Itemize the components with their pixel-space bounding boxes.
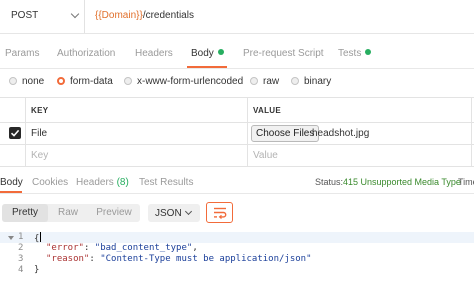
line-number: 1 [18, 232, 24, 242]
radio-circle-icon [9, 77, 17, 85]
radio-raw[interactable]: raw [250, 76, 279, 87]
tab-authorization-label: Authorization [57, 48, 116, 59]
tab-authorization[interactable]: Authorization [57, 48, 115, 59]
key-cell[interactable]: File [31, 128, 47, 139]
url-input[interactable]: {{Domain}}/credentials [95, 10, 194, 21]
code-text: } [34, 265, 40, 275]
code-text: "reason": "Content-Type must be applicat… [46, 254, 312, 264]
wrap-lines-button[interactable] [206, 202, 233, 223]
form-data-table: KEY VALUE File Choose Files headshot.jpg… [0, 97, 474, 168]
table-row-new: Key Value [0, 144, 474, 167]
status-label: Status: [315, 177, 344, 187]
tab-body[interactable]: Body [191, 48, 224, 59]
choose-files-button[interactable]: Choose Files [251, 125, 320, 142]
url-variable: {{Domain}} [95, 10, 143, 21]
preview-button[interactable]: Preview [88, 204, 140, 222]
active-tab-indicator [0, 191, 22, 193]
response-tab-body[interactable]: Body [0, 177, 23, 188]
code-line: 4 } [0, 265, 474, 276]
column-divider [25, 98, 26, 166]
request-tabs: Params Authorization Headers Body Pre-re… [0, 40, 474, 69]
tab-tests-label: Tests [338, 48, 362, 59]
status-value: 415 Unsupported Media Type [343, 177, 461, 187]
radio-form-data-label: form-data [70, 76, 113, 87]
chevron-down-icon [184, 207, 193, 216]
url-path: /credentials [142, 10, 194, 21]
table-header-row: KEY VALUE [0, 98, 474, 123]
line-number: 2 [18, 243, 24, 253]
wrap-lines-icon [214, 207, 227, 219]
json-key: "error" [46, 243, 84, 253]
radio-urlencoded-label: x-www-form-urlencoded [137, 76, 244, 87]
format-label: JSON [155, 208, 182, 219]
column-divider [247, 98, 248, 166]
checkbox-check-icon [10, 129, 20, 137]
line-number: 4 [18, 265, 24, 275]
pretty-button[interactable]: Pretty [2, 204, 48, 222]
radio-binary[interactable]: binary [291, 76, 331, 87]
tab-pre-request-script[interactable]: Pre-request Script [243, 48, 324, 59]
request-bar: POST {{Domain}}/credentials [0, 0, 474, 34]
radio-form-data[interactable]: form-data [57, 76, 113, 87]
format-dropdown[interactable]: JSON [148, 204, 200, 222]
chevron-down-icon [70, 9, 80, 19]
tab-tests[interactable]: Tests [338, 48, 372, 59]
row-enabled-checkbox[interactable] [9, 127, 21, 139]
view-mode-group: Pretty Raw Preview [2, 204, 140, 222]
response-tab-test-results[interactable]: Test Results [139, 177, 193, 188]
code-line: 2 "error": "bad_content_type", [0, 243, 474, 254]
raw-button[interactable]: Raw [48, 204, 88, 222]
status-dot-icon [365, 49, 372, 55]
tab-pre-request-label: Pre-request Script [243, 48, 324, 59]
radio-raw-label: raw [263, 76, 280, 87]
code-text: "error": "bad_content_type", [46, 243, 198, 253]
column-header-value: VALUE [253, 106, 282, 115]
radio-circle-icon [291, 77, 299, 85]
status-dot-icon [217, 49, 224, 55]
tab-params[interactable]: Params [5, 48, 39, 59]
active-tab-indicator [187, 66, 227, 68]
radio-binary-label: binary [304, 76, 332, 87]
column-divider [471, 98, 472, 166]
tab-params-label: Params [5, 48, 40, 59]
method-selector[interactable]: POST [0, 0, 85, 33]
selected-file-name: headshot.jpg [312, 128, 370, 139]
radio-none-label: none [22, 76, 45, 87]
headers-count-badge: (8) [116, 177, 129, 188]
response-tab-headers-label: Headers [76, 177, 114, 188]
fold-arrow-icon[interactable] [8, 236, 14, 240]
json-key: "reason" [46, 254, 90, 264]
tab-headers-label: Headers [135, 48, 173, 59]
response-tab-headers[interactable]: Headers (8) [76, 177, 129, 188]
radio-x-www-form-urlencoded[interactable]: x-www-form-urlencoded [124, 76, 243, 87]
code-line: 1 { [0, 232, 474, 244]
body-type-options: none form-data x-www-form-urlencoded raw… [0, 70, 474, 92]
response-tabs: Body Cookies Headers (8) Test Results St… [0, 171, 474, 194]
value-input[interactable]: Value [253, 150, 278, 161]
response-body-editor[interactable]: 1 { 2 "error": "bad_content_type", 3 "re… [0, 232, 474, 290]
json-value: "Content-Type must be application/json" [100, 254, 312, 264]
line-number: 3 [18, 254, 24, 264]
radio-none[interactable]: none [9, 76, 44, 87]
code-line: 3 "reason": "Content-Type must be applic… [0, 254, 474, 265]
tab-body-label: Body [191, 48, 214, 59]
table-row: File Choose Files headshot.jpg [0, 122, 474, 145]
column-header-key: KEY [31, 106, 49, 115]
tab-headers[interactable]: Headers [135, 48, 173, 59]
json-value: "bad_content_type" [94, 243, 193, 253]
time-label: Time [458, 177, 474, 187]
response-toolbar: Pretty Raw Preview JSON [0, 196, 474, 230]
key-input[interactable]: Key [31, 150, 48, 161]
text-cursor [40, 232, 42, 242]
response-tab-cookies[interactable]: Cookies [32, 177, 68, 188]
radio-circle-icon [124, 77, 132, 85]
radio-selected-icon [57, 77, 65, 85]
radio-circle-icon [250, 77, 258, 85]
method-label: POST [11, 10, 39, 21]
